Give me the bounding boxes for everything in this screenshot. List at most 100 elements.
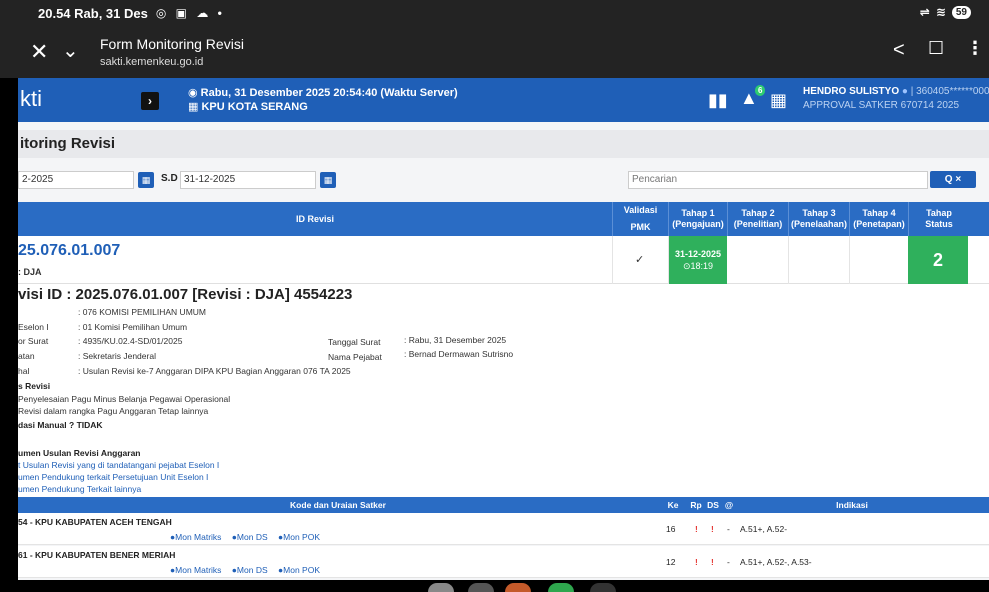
status-bar: 20.54 Rab, 31 Des ◎ ▣ ☁ • ⇌ ≋ 59	[0, 0, 989, 26]
mon-pok-link[interactable]: ●Mon POK	[278, 565, 320, 575]
col-tahap4: Tahap 4 (Penetapan)	[853, 208, 905, 229]
app-header: kti › ◉ Rabu, 31 Desember 2025 20:54:40 …	[18, 78, 989, 122]
satker-ke: 16	[666, 524, 676, 534]
validasi-manual: dasi Manual ? TIDAK	[18, 420, 103, 430]
cast-icon: ⇌	[919, 5, 930, 19]
sd-label: S.D	[161, 173, 178, 184]
satker-ke: 12	[666, 557, 676, 567]
table-row[interactable]: 25.076.01.007 : DJA ✓ 31-12-2025 ⊙18:19 …	[18, 236, 989, 284]
satker-name: 61 - KPU KABUPATEN BENER MERIAH	[18, 550, 176, 560]
jabatan-label: atan	[18, 351, 35, 361]
pejabat-value: : Bernad Dermawan Sutrisno	[404, 349, 514, 359]
notification-badge: 6	[755, 85, 766, 96]
mon-ds-link[interactable]: ●Mon DS	[232, 532, 268, 542]
revisi-jenis: : DJA	[18, 267, 42, 277]
hal-value: : Usulan Revisi ke-7 Anggaran DIPA KPU B…	[78, 366, 351, 376]
book-icon[interactable]: ▮▮	[708, 90, 728, 111]
satker-indikasi: A.51+, A.52-, A.53-	[740, 557, 812, 567]
dokumen-link[interactable]: umen Pendukung terkait Persetujuan Unit …	[18, 472, 208, 482]
satker-name: 54 - KPU KABUPATEN ACEH TENGAH	[18, 517, 172, 527]
close-tab-icon[interactable]: ✕	[30, 39, 48, 65]
satker-rp: !	[695, 557, 698, 567]
satker-at: -	[727, 524, 730, 534]
col-tahap3: Tahap 3 (Penelaahan)	[790, 208, 848, 229]
cell-divider	[849, 236, 850, 284]
cell-divider	[612, 236, 613, 284]
mon-pok-link[interactable]: ●Mon POK	[278, 532, 320, 542]
status-time: 20.54 Rab, 31 Des	[38, 5, 148, 21]
user-name[interactable]: HENDRO SULISTYO ● | 360405******0002	[803, 86, 989, 97]
calendar-icon[interactable]: ▦	[320, 172, 336, 188]
dock-app-icon[interactable]	[428, 583, 454, 592]
revisi-id-link[interactable]: 25.076.01.007	[18, 242, 120, 260]
browser-toolbar: ✕ ⌄ Form Monitoring Revisi sakti.kemenke…	[0, 26, 989, 78]
status-right: ⇌ ≋ 59	[920, 5, 971, 19]
dokumen-link[interactable]: umen Pendukung Terkait lainnya	[18, 484, 141, 494]
page-title: itoring Revisi	[18, 130, 989, 158]
table-row[interactable]: 54 - KPU KABUPATEN ACEH TENGAH ●Mon Matr…	[18, 513, 989, 545]
col-ke: Ke	[667, 500, 679, 510]
more-menu-icon[interactable]: ⋮	[966, 38, 984, 59]
col-indikasi: Indikasi	[836, 500, 868, 510]
dokumen-link[interactable]: t Usulan Revisi yang di tandatangani pej…	[18, 460, 219, 470]
detail-title: visi ID : 2025.076.01.007 [Revisi : DJA]…	[18, 286, 353, 303]
chevron-down-icon[interactable]: ⌄	[62, 38, 79, 63]
jenis-revisi-item: Penyelesaian Pagu Minus Belanja Pegawai …	[18, 394, 231, 404]
satker-ds: !	[711, 524, 714, 534]
search-input[interactable]: Pencarian	[628, 171, 928, 189]
revisi-table-header: ID Revisi Validasi PMK Tahap 1 (Pengajuan…	[18, 202, 989, 236]
col-kode-satker: Kode dan Uraian Satker	[290, 500, 386, 510]
date-from-input[interactable]: 2-2025	[18, 171, 134, 189]
mon-ds-link[interactable]: ●Mon DS	[232, 565, 268, 575]
notification-icons: ◎ ▣ ☁ •	[155, 6, 225, 20]
calendar-icon[interactable]: ▦	[138, 172, 154, 188]
eselon-value: : 01 Komisi Pemilihan Umum	[78, 322, 188, 332]
date-to-input[interactable]: 31-12-2025	[180, 171, 316, 189]
cell-divider	[788, 236, 789, 284]
clock-icon: ◉	[188, 87, 201, 99]
dock-app-icon[interactable]	[468, 583, 494, 592]
browser-page-title: Form Monitoring Revisi	[100, 36, 244, 52]
jabatan-value: : Sekretaris Jenderal	[78, 351, 156, 361]
search-button[interactable]: Q ×	[930, 171, 976, 188]
battery-icon: 59	[951, 5, 971, 19]
eselon-label: Eselon I	[18, 322, 49, 332]
table-row[interactable]: 61 - KPU KABUPATEN BENER MERIAH ●Mon Mat…	[18, 546, 989, 578]
web-page: kti › ◉ Rabu, 31 Desember 2025 20:54:40 …	[18, 78, 989, 580]
revisi-detail-panel: visi ID : 2025.076.01.007 [Revisi : DJA]…	[18, 284, 989, 497]
filter-bar: 2-2025 ▦ S.D 31-12-2025 ▦ Pencarian Q ×	[18, 170, 989, 192]
office-name: ▦ KPU KOTA SERANG	[188, 101, 308, 113]
sidebar-toggle-button[interactable]: ›	[141, 92, 159, 110]
server-time: ◉ Rabu, 31 Desember 2025 20:54:40 (Waktu…	[188, 87, 458, 99]
dock-app-icon[interactable]	[590, 583, 616, 592]
col-tahap2: Tahap 2 (Penelitian)	[733, 208, 783, 229]
col-status: Tahap Status	[925, 208, 953, 229]
satker-indikasi: A.51+, A.52-	[740, 524, 788, 534]
col-validasi: Validasi PMK	[623, 205, 658, 232]
verified-icon: ●	[901, 86, 911, 97]
dock-app-icon[interactable]	[548, 583, 574, 592]
satker-rp: !	[695, 524, 698, 534]
bookmark-icon[interactable]: ☐	[928, 38, 944, 59]
tanggal-label: Tanggal Surat	[328, 337, 381, 347]
satker-links: ●Mon Matriks ●Mon DS ●Mon POK	[170, 532, 328, 542]
surat-label: or Surat	[18, 336, 49, 346]
kementerian-value: : 076 KOMISI PEMILIHAN UMUM	[78, 307, 206, 317]
col-ds: DS	[707, 500, 719, 510]
share-icon[interactable]: <	[893, 39, 905, 62]
satker-ds: !	[711, 557, 714, 567]
dokumen-label: umen Usulan Revisi Anggaran	[18, 448, 141, 458]
android-nav-bar	[0, 580, 989, 592]
building-icon: ▦	[188, 101, 202, 113]
apps-grid-icon[interactable]: ▦	[770, 90, 787, 111]
surat-value: : 4935/KU.02.4-SD/01/2025	[78, 336, 183, 346]
user-role: APPROVAL SATKER 670714 2025	[803, 100, 960, 111]
mon-matriks-link[interactable]: ●Mon Matriks	[170, 565, 221, 575]
hal-label: hal	[18, 366, 30, 376]
dock-app-icon[interactable]	[505, 583, 531, 592]
tahap1-cell: 31-12-2025 ⊙18:19	[669, 236, 727, 284]
mon-matriks-link[interactable]: ●Mon Matriks	[170, 532, 221, 542]
app-brand[interactable]: kti	[18, 86, 148, 116]
tanggal-value: : Rabu, 31 Desember 2025	[404, 335, 507, 345]
browser-url: sakti.kemenkeu.go.id	[100, 56, 204, 68]
